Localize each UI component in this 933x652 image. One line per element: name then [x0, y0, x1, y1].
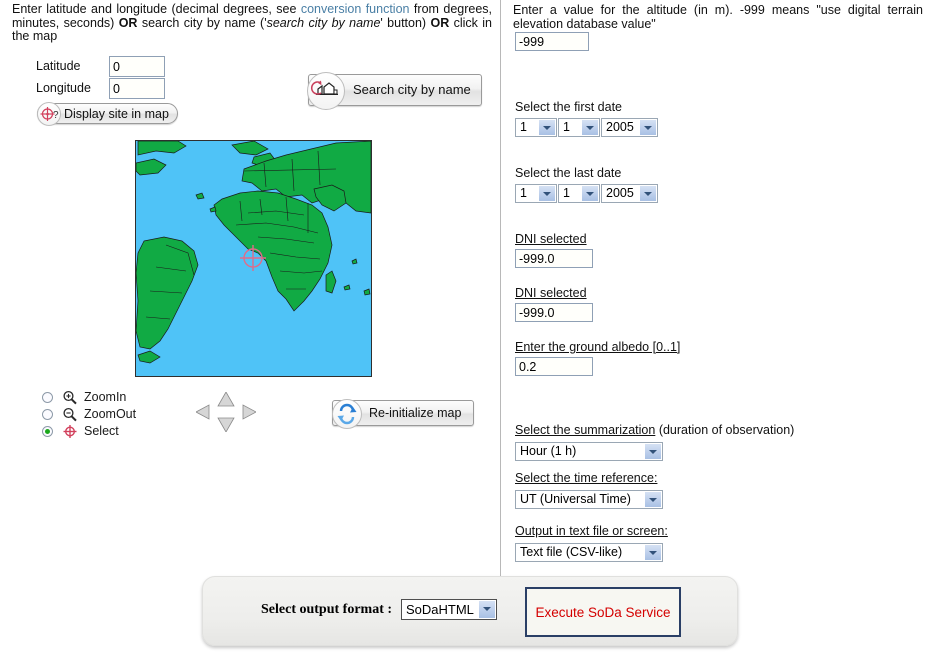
map-pan-controls[interactable]	[195, 391, 257, 433]
zoom-out-icon	[62, 407, 78, 422]
reinitialize-map-label: Re-initialize map	[369, 406, 462, 420]
zoom-in-icon	[62, 390, 78, 405]
altitude-input[interactable]	[515, 32, 589, 51]
time-reference-label: Select the time reference:	[515, 471, 658, 485]
right-panel: Enter a value for the altitude (in m). -…	[512, 0, 933, 578]
summarization-select[interactable]: Hour (1 h)	[515, 442, 663, 461]
instructions-or-1: OR	[118, 15, 138, 30]
instructions-part1: Enter latitude and longitude (decimal de…	[12, 2, 301, 16]
display-site-in-map-label: Display site in map	[64, 107, 169, 121]
chevron-down-icon[interactable]	[539, 186, 555, 201]
dni-selected-label-2: DNI selected	[515, 286, 587, 300]
summarization-label-note: (duration of observation)	[655, 423, 795, 437]
chevron-down-icon[interactable]	[645, 545, 661, 560]
summarization-label: Select the summarization (duration of ob…	[515, 423, 794, 437]
last-date-month-select[interactable]: 1	[558, 184, 600, 203]
time-reference-value: UT (Universal Time)	[520, 492, 631, 506]
last-date-group: Select the last date 1 1 2005	[515, 166, 658, 203]
output-target-value: Text file (CSV-like)	[520, 545, 623, 559]
first-date-day-select[interactable]: 1	[515, 118, 557, 137]
ground-albedo-group: Enter the ground albedo [0..1]	[515, 340, 680, 376]
last-date-day-select[interactable]: 1	[515, 184, 557, 203]
search-city-by-name-button[interactable]: Search city by name	[307, 72, 482, 110]
left-panel: Enter latitude and longitude (decimal de…	[0, 0, 500, 578]
last-date-label: Select the last date	[515, 166, 622, 180]
map-mode-zoomin-label: ZoomIn	[84, 390, 127, 404]
pan-left-arrow-icon	[195, 404, 210, 420]
instructions-part3: search city by name ('	[137, 15, 267, 30]
time-reference-group: Select the time reference: UT (Universal…	[515, 471, 663, 509]
refresh-icon	[332, 399, 362, 429]
display-site-in-map-button[interactable]: ? Display site in map	[37, 102, 178, 126]
radio-zoomin[interactable]	[42, 392, 53, 403]
pan-right-arrow-icon	[242, 404, 257, 420]
dni-selected-group-1: DNI selected	[515, 232, 593, 268]
dni-selected-label-1: DNI selected	[515, 232, 587, 246]
pan-up-arrow-icon	[217, 391, 235, 407]
pan-down-arrow-icon	[217, 417, 235, 433]
map-mode-zoomout-label: ZoomOut	[84, 407, 137, 421]
radio-select[interactable]	[42, 426, 53, 437]
latitude-input[interactable]	[109, 56, 165, 77]
crosshair-question-icon: ?	[37, 102, 61, 126]
summarization-value: Hour (1 h)	[520, 444, 577, 458]
chevron-down-icon[interactable]	[645, 444, 661, 459]
ground-albedo-label: Enter the ground albedo [0..1]	[515, 340, 681, 354]
dni-selected-input-2[interactable]	[515, 303, 593, 322]
chevron-down-icon[interactable]	[645, 492, 661, 507]
output-format-select[interactable]: SoDaHTML	[401, 599, 497, 620]
chevron-down-icon[interactable]	[640, 186, 656, 201]
summarization-group: Select the summarization (duration of ob…	[515, 423, 794, 461]
latitude-label: Latitude	[36, 59, 81, 73]
instructions-part4: ' button)	[380, 15, 431, 30]
instructions-text: Enter latitude and longitude (decimal de…	[12, 2, 492, 44]
output-format-bar: Select output format : SoDaHTML Execute …	[202, 576, 738, 646]
output-target-group: Output in text file or screen: Text file…	[515, 524, 668, 562]
first-date-label: Select the first date	[515, 100, 623, 114]
instructions-or-2: OR	[430, 15, 450, 30]
chevron-down-icon[interactable]	[640, 120, 656, 135]
output-target-select[interactable]: Text file (CSV-like)	[515, 543, 663, 562]
last-date-year-select[interactable]: 2005	[601, 184, 658, 203]
chevron-down-icon[interactable]	[582, 186, 598, 201]
first-date-year-select[interactable]: 2005	[601, 118, 658, 137]
output-format-label: Select output format :	[261, 602, 393, 617]
first-date-month-select[interactable]: 1	[558, 118, 600, 137]
search-city-by-name-label: Search city by name	[353, 82, 471, 97]
longitude-label: Longitude	[36, 81, 91, 95]
altitude-instructions: Enter a value for the altitude (in m). -…	[513, 3, 923, 31]
dni-selected-group-2: DNI selected	[515, 286, 593, 322]
ground-albedo-input[interactable]	[515, 357, 593, 376]
city-buildings-icon	[307, 72, 345, 110]
chevron-down-icon[interactable]	[539, 120, 555, 135]
conversion-function-link[interactable]: conversion function	[301, 2, 410, 16]
first-date-group: Select the first date 1 1 2005	[515, 100, 658, 137]
world-map[interactable]	[135, 140, 372, 377]
dni-selected-input-1[interactable]	[515, 249, 593, 268]
longitude-input[interactable]	[109, 78, 165, 99]
execute-soda-service-button[interactable]: Execute SoDa Service	[525, 587, 681, 637]
time-reference-select[interactable]: UT (Universal Time)	[515, 490, 663, 509]
column-divider	[500, 0, 501, 577]
summarization-label-main: Select the summarization	[515, 423, 656, 437]
output-target-label: Output in text file or screen:	[515, 524, 668, 538]
instructions-italic: search city by name	[266, 15, 381, 30]
radio-zoomout[interactable]	[42, 409, 53, 420]
crosshair-select-icon	[62, 424, 78, 439]
reinitialize-map-button[interactable]: Re-initialize map	[332, 399, 475, 429]
chevron-down-icon[interactable]	[582, 120, 598, 135]
chevron-down-icon[interactable]	[479, 601, 495, 618]
svg-text:?: ?	[53, 110, 59, 121]
map-mode-select-label: Select	[84, 424, 119, 438]
